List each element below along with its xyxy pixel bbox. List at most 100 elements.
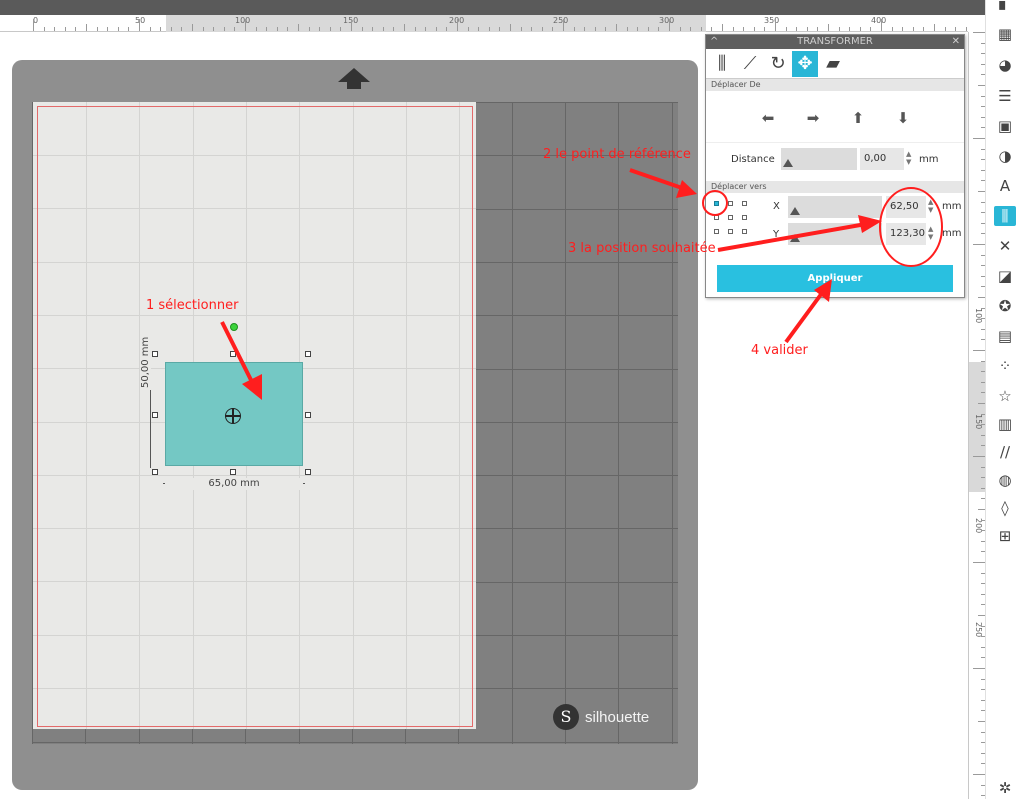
ruler-tick [973,32,985,33]
pixscan-icon[interactable]: ▦ [994,24,1016,44]
ref-point-bottom-center[interactable] [728,229,733,234]
tab-move-icon[interactable]: ✥ [792,51,818,77]
ruler-tick [266,27,268,31]
ref-point-middle-left[interactable] [714,215,719,220]
ruler-tick [923,27,925,31]
ref-point-top-left[interactable] [714,201,719,206]
ruler-tick [372,27,374,31]
y-slider[interactable] [788,223,882,245]
text-icon[interactable]: A [994,176,1016,196]
ruler-tick [192,24,193,31]
transform-panel: ^ TRANSFORMER ✕ ⫼ ⟋ ↻ ✥ ▰ Déplacer De ⬅ … [705,34,965,298]
distance-stepper[interactable]: ▲ ▼ [906,150,911,166]
ruler-tick [329,27,331,31]
ruler-tick [202,27,204,31]
ruler-tick [944,27,946,31]
rotate-handle[interactable] [230,323,238,331]
ruler-tick [552,27,554,31]
send-icon[interactable]: ∕∕ [994,442,1016,462]
ref-point-middle-right[interactable] [742,215,747,220]
collapse-caret-icon[interactable]: ^ [710,35,718,49]
ruler-tick [404,24,405,31]
y-input[interactable]: 123,30 [886,223,926,245]
settings-gear-icon[interactable]: ✲ [994,778,1016,798]
ruler-tick [902,27,904,31]
rhinestone-icon[interactable]: ◍ [994,470,1016,490]
sketch-icon[interactable]: ⁘ [994,356,1016,376]
resize-handle[interactable] [230,351,236,357]
ref-point-top-center[interactable] [728,201,733,206]
x-input[interactable]: 62,50 [886,196,926,218]
ruler-label: 50 [135,16,146,25]
vertical-ruler: 100 150 200 250 [968,32,986,799]
offset-icon[interactable]: ✪ [994,296,1016,316]
ruler-tick [973,668,985,669]
line-style-icon[interactable]: ☰ [994,86,1016,106]
resize-handle[interactable] [305,469,311,475]
replicate-icon[interactable]: ✕ [994,236,1016,256]
move-up-icon[interactable]: ⬆ [847,109,869,127]
apply-button[interactable]: Appliquer [717,265,953,292]
modify-icon[interactable]: ◪ [994,266,1016,286]
favorites-icon[interactable]: ☆ [994,386,1016,406]
ref-point-bottom-left[interactable] [714,229,719,234]
ruler-tick [616,24,617,31]
layout-grid-icon[interactable]: ⊞ [994,526,1016,546]
ruler-label: 300 [659,16,675,25]
tab-align-icon[interactable]: ⫼ [709,51,735,77]
contrast-icon[interactable]: ◑ [994,146,1016,166]
pattern-icon[interactable]: ◊ [994,498,1016,518]
ruler-tick [457,19,458,31]
resize-handle[interactable] [152,469,158,475]
ruler-tick [594,27,596,31]
ruler-tick [255,27,257,31]
x-slider[interactable] [788,196,882,218]
y-stepper[interactable]: ▲ ▼ [928,225,933,241]
tab-shear-icon[interactable]: ▰ [820,51,846,77]
tab-rotate-icon[interactable]: ↻ [765,51,791,77]
transform-icon[interactable]: ⫼ [994,206,1016,226]
move-down-icon[interactable]: ⬇ [892,109,914,127]
resize-handle[interactable] [152,412,158,418]
ruler-tick [605,27,607,31]
library-icon[interactable]: ▥ [994,414,1016,434]
resize-handle[interactable] [152,351,158,357]
image-effects-icon[interactable]: ▣ [994,116,1016,136]
trace-icon[interactable]: ▤ [994,326,1016,346]
ruler-tick [679,27,681,31]
ruler-tick [425,27,427,31]
feed-direction-arrow-stem [347,81,361,89]
ruler-label: 250 [974,622,983,638]
ref-point-top-right[interactable] [742,201,747,206]
ruler-tick [978,721,985,722]
ruler-tick [764,27,766,31]
close-icon[interactable]: ✕ [952,35,960,49]
distance-input[interactable]: 0,00 [860,148,904,170]
x-stepper[interactable]: ▲ ▼ [928,198,933,214]
ref-point-bottom-right[interactable] [742,229,747,234]
annotation-step2: 2 le point de référence [543,147,691,162]
ruler-tick [700,27,702,31]
resize-handle[interactable] [305,412,311,418]
ruler-tick [912,27,914,31]
distance-slider[interactable] [781,148,857,170]
resize-handle[interactable] [230,469,236,475]
ruler-tick [775,19,776,31]
ruler-tick [541,27,543,31]
move-right-icon[interactable]: ➡ [802,109,824,127]
ruler-tick [308,27,310,31]
ruler-label: 250 [553,16,569,25]
resize-handle[interactable] [305,351,311,357]
ruler-tick [584,27,586,31]
ruler-tick [965,27,967,31]
ruler-tick [393,27,395,31]
fill-palette-icon[interactable]: ◕ [994,55,1016,75]
ref-point-center[interactable] [728,215,733,220]
page-setup-icon[interactable]: ▘ [994,0,1016,20]
ruler-tick [382,27,384,31]
ruler-tick [520,27,522,31]
move-left-icon[interactable]: ⬅ [757,109,779,127]
ruler-tick [531,27,533,31]
ruler-tick [978,509,985,510]
tab-scale-icon[interactable]: ⟋ [737,51,763,77]
